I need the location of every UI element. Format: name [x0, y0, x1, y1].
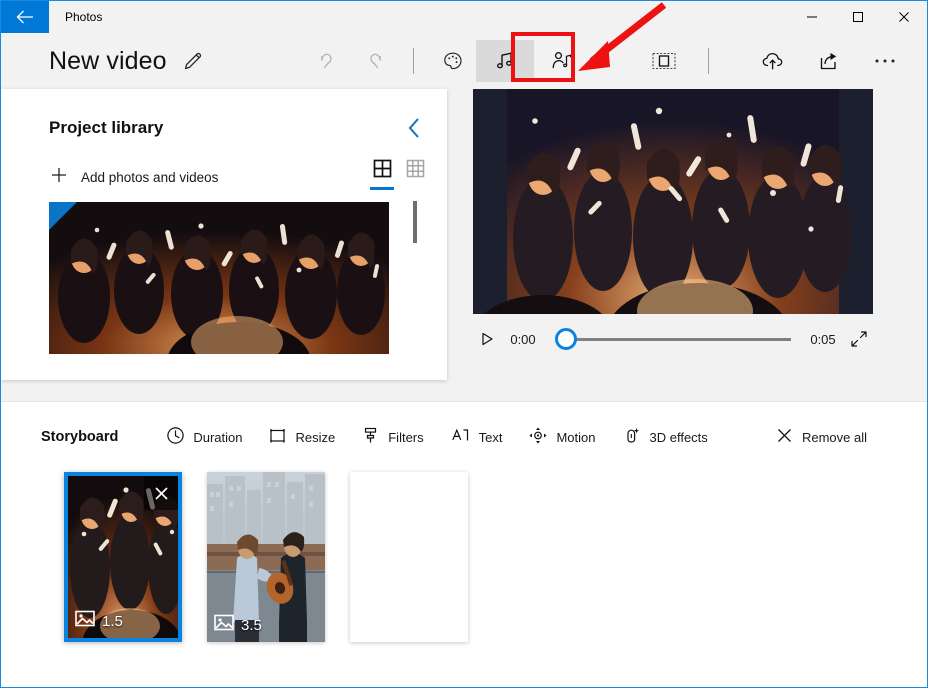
storyboard-cards: 1.5 — [1, 472, 927, 642]
photo-icon — [214, 614, 234, 636]
pencil-icon[interactable] — [181, 49, 205, 73]
playback-slider[interactable] — [555, 325, 791, 353]
storyboard-panel: Storyboard Duration Resize — [1, 401, 927, 687]
crop-frame-icon — [268, 426, 287, 448]
minimize-button[interactable] — [789, 1, 835, 33]
effects-3d-button[interactable]: 3D effects — [622, 426, 708, 448]
resize-button[interactable]: Resize — [268, 426, 335, 448]
play-icon[interactable] — [473, 331, 501, 347]
title-bar: Photos — [1, 1, 927, 33]
preview-image — [473, 89, 873, 314]
add-photos-button[interactable]: Add photos and videos — [49, 165, 218, 190]
remove-all-label: Remove all — [802, 430, 867, 445]
back-button[interactable] — [1, 1, 49, 33]
redo-button[interactable] — [351, 41, 397, 81]
video-preview[interactable] — [473, 89, 873, 314]
card-meta: 3.5 — [214, 614, 262, 636]
add-photos-label: Add photos and videos — [81, 170, 218, 185]
motion-label: Motion — [556, 430, 595, 445]
library-thumb-bonfire[interactable] — [49, 202, 389, 354]
filters-button[interactable]: Filters — [361, 426, 423, 448]
filters-label: Filters — [388, 430, 423, 445]
command-bar: New video — [1, 33, 927, 89]
current-time: 0:00 — [501, 332, 545, 347]
large-grid-view-button[interactable] — [370, 159, 394, 196]
fullscreen-icon[interactable] — [845, 330, 873, 348]
motion-button[interactable]: Motion — [528, 426, 595, 448]
resize-label: Resize — [295, 430, 335, 445]
grid-2x2-icon — [373, 159, 392, 183]
plus-icon — [49, 165, 69, 190]
text-button[interactable]: Text — [450, 426, 503, 448]
command-right-group — [745, 41, 927, 81]
grid-3x3-icon — [406, 159, 425, 183]
toolbar-divider-2 — [708, 48, 709, 74]
text-label: Text — [479, 430, 503, 445]
text-a-icon — [450, 426, 471, 448]
small-grid-view-button[interactable] — [406, 159, 425, 196]
photos-video-editor-window: Photos New video — [0, 0, 928, 688]
card-meta: 1.5 — [75, 610, 123, 632]
close-x-icon — [775, 426, 794, 448]
project-name-group: New video — [1, 47, 205, 76]
storyboard-card-1[interactable]: 1.5 — [64, 472, 182, 642]
window-controls — [789, 1, 927, 33]
slider-track — [569, 338, 791, 341]
effects-3d-label: 3D effects — [650, 430, 708, 445]
editor-work-area: Project library Add photos and videos — [1, 89, 927, 400]
toolbar-divider-1 — [413, 48, 414, 74]
remove-all-button[interactable]: Remove all — [775, 426, 867, 448]
remove-card-button[interactable] — [144, 476, 178, 510]
total-time: 0:05 — [801, 332, 845, 347]
library-scrollbar[interactable] — [413, 201, 417, 355]
filter-brush-icon — [361, 426, 380, 448]
music-button[interactable] — [476, 40, 534, 82]
share-button[interactable] — [801, 41, 857, 81]
scrollbar-thumb[interactable] — [413, 201, 417, 243]
cloud-upload-button[interactable] — [745, 41, 801, 81]
page-title: New video — [49, 47, 167, 76]
active-view-underline — [370, 187, 394, 190]
command-tools — [305, 40, 725, 82]
project-library-panel: Project library Add photos and videos — [1, 89, 447, 380]
slider-knob[interactable] — [555, 328, 577, 350]
themes-button[interactable] — [430, 41, 476, 81]
chevron-left-icon[interactable] — [403, 113, 425, 143]
library-thumbnail-image — [49, 202, 389, 354]
storyboard-card-2[interactable]: 3.5 — [207, 472, 325, 642]
storyboard-toolbar: Storyboard Duration Resize — [1, 402, 927, 472]
card-duration: 1.5 — [102, 613, 123, 630]
app-title: Photos — [49, 1, 102, 33]
close-button[interactable] — [881, 1, 927, 33]
duration-label: Duration — [193, 430, 242, 445]
undo-button[interactable] — [305, 41, 351, 81]
custom-audio-button[interactable] — [534, 41, 590, 81]
library-subbar: Add photos and videos — [1, 143, 447, 196]
more-options-button[interactable] — [857, 41, 913, 81]
card-duration: 3.5 — [241, 617, 262, 634]
selection-corner-marker — [49, 202, 77, 230]
library-view-toggles — [370, 159, 425, 196]
library-header: Project library — [1, 89, 447, 143]
sparkle-3d-icon — [622, 426, 642, 448]
aspect-ratio-button[interactable] — [636, 41, 692, 81]
clock-icon — [166, 426, 185, 448]
library-title: Project library — [49, 118, 163, 138]
playback-controls: 0:00 0:05 — [473, 319, 873, 359]
photo-icon — [75, 610, 95, 632]
maximize-button[interactable] — [835, 1, 881, 33]
motion-diamond-icon — [528, 426, 548, 448]
storyboard-title: Storyboard — [41, 429, 118, 445]
storyboard-card-empty[interactable] — [350, 472, 468, 642]
duration-button[interactable]: Duration — [166, 426, 242, 448]
